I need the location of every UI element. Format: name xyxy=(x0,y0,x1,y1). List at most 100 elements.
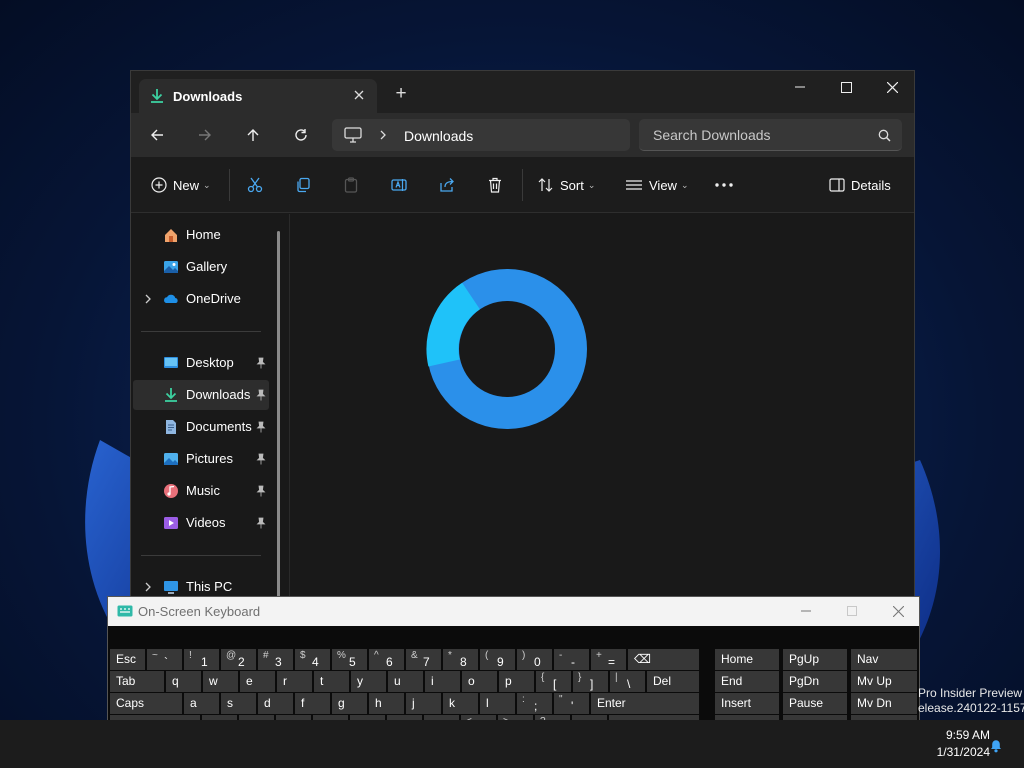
clock-time[interactable]: 9:59 AM xyxy=(930,728,990,742)
key[interactable]: Enter xyxy=(591,693,699,714)
delete-button[interactable] xyxy=(487,171,503,199)
key[interactable]: (9 xyxy=(480,649,515,670)
up-button[interactable] xyxy=(239,123,267,147)
key[interactable]: k xyxy=(443,693,478,714)
key[interactable]: i xyxy=(425,671,460,692)
key[interactable]: Caps xyxy=(110,693,182,714)
key[interactable]: ! 1 xyxy=(184,649,219,670)
sidebar-item-videos[interactable]: Videos xyxy=(133,508,269,538)
key[interactable]: g xyxy=(332,693,367,714)
close-tab-button[interactable] xyxy=(351,87,367,103)
sidebar-item-home[interactable]: Home xyxy=(133,220,269,250)
key[interactable]: r xyxy=(277,671,312,692)
nav-key[interactable]: Insert xyxy=(715,693,779,714)
nav-key[interactable]: PgUp xyxy=(783,649,847,670)
pin-icon[interactable] xyxy=(255,517,267,529)
key[interactable]: * 8 xyxy=(443,649,478,670)
key[interactable]: & 7 xyxy=(406,649,441,670)
key[interactable]: ⌫ xyxy=(628,649,699,670)
key[interactable]: h xyxy=(369,693,404,714)
sidebar-item-music[interactable]: Music xyxy=(133,476,269,506)
search-box[interactable] xyxy=(639,119,902,151)
nav-key[interactable]: Nav xyxy=(851,649,917,670)
paste-button[interactable] xyxy=(343,171,359,199)
key[interactable]: w xyxy=(203,671,238,692)
key[interactable]: s xyxy=(221,693,256,714)
sidebar-item-gallery[interactable]: Gallery xyxy=(133,252,269,282)
key[interactable]: o xyxy=(462,671,497,692)
sidebar-scrollbar[interactable] xyxy=(277,231,280,599)
pin-icon[interactable] xyxy=(255,453,267,465)
tab-downloads[interactable]: Downloads xyxy=(139,79,377,113)
key[interactable]: Esc xyxy=(110,649,145,670)
key[interactable]: % 5 xyxy=(332,649,367,670)
key[interactable]: :; xyxy=(517,693,552,714)
key[interactable]: j xyxy=(406,693,441,714)
sidebar-item-desktop[interactable]: Desktop xyxy=(133,348,269,378)
sidebar-item-documents[interactable]: Documents xyxy=(133,412,269,442)
nav-key[interactable]: Mv Dn xyxy=(851,693,917,714)
cut-button[interactable] xyxy=(247,171,263,199)
key[interactable]: {[ xyxy=(536,671,571,692)
nav-key[interactable]: Home xyxy=(715,649,779,670)
new-tab-button[interactable]: + xyxy=(391,84,411,105)
osk-maximize-button[interactable] xyxy=(842,601,862,621)
key[interactable]: $4 xyxy=(295,649,330,670)
key[interactable]: u xyxy=(388,671,423,692)
key[interactable]: #3 xyxy=(258,649,293,670)
key[interactable]: -- xyxy=(554,649,589,670)
sidebar-item-onedrive[interactable]: OneDrive xyxy=(133,284,269,314)
pin-icon[interactable] xyxy=(255,485,267,497)
sidebar-item-pictures[interactable]: Pictures xyxy=(133,444,269,474)
refresh-button[interactable] xyxy=(287,123,315,147)
key[interactable]: l xyxy=(480,693,515,714)
sidebar-item-downloads[interactable]: Downloads xyxy=(133,380,269,410)
copy-button[interactable] xyxy=(295,171,311,199)
key[interactable]: Del xyxy=(647,671,699,692)
nav-key[interactable]: PgDn xyxy=(783,671,847,692)
details-button[interactable]: Details xyxy=(829,171,891,199)
key[interactable]: Tab xyxy=(110,671,164,692)
chevron-right-icon[interactable] xyxy=(143,581,153,593)
key[interactable]: t xyxy=(314,671,349,692)
new-button[interactable]: New ⌄ xyxy=(151,171,211,199)
key[interactable]: q xyxy=(166,671,201,692)
key[interactable]: ^ 6 xyxy=(369,649,404,670)
search-input[interactable] xyxy=(653,125,873,145)
key[interactable]: }] xyxy=(573,671,608,692)
osk-minimize-button[interactable] xyxy=(796,601,816,621)
key[interactable]: d xyxy=(258,693,293,714)
notification-bell-icon[interactable] xyxy=(988,737,1004,753)
nav-key[interactable]: End xyxy=(715,671,779,692)
pane-divider[interactable] xyxy=(289,214,290,599)
nav-key[interactable]: Mv Up xyxy=(851,671,917,692)
rename-button[interactable] xyxy=(391,171,407,199)
clock-date[interactable]: 1/31/2024 xyxy=(916,745,990,759)
sort-button[interactable]: Sort ⌄ xyxy=(538,171,595,199)
nav-key[interactable]: Pause xyxy=(783,693,847,714)
key[interactable]: ~ ` xyxy=(147,649,182,670)
minimize-button[interactable] xyxy=(777,71,823,103)
pin-icon[interactable] xyxy=(255,389,267,401)
key[interactable]: f xyxy=(295,693,330,714)
more-options-button[interactable] xyxy=(714,171,734,199)
key[interactable]: | \ xyxy=(610,671,645,692)
key[interactable]: a xyxy=(184,693,219,714)
key[interactable]: @2 xyxy=(221,649,256,670)
key[interactable]: " ' xyxy=(554,693,589,714)
address-bar[interactable]: Downloads xyxy=(332,119,630,151)
forward-button[interactable] xyxy=(191,123,219,147)
key[interactable]: y xyxy=(351,671,386,692)
maximize-button[interactable] xyxy=(823,71,869,103)
key[interactable]: + = xyxy=(591,649,626,670)
breadcrumb-current[interactable]: Downloads xyxy=(404,128,473,144)
share-button[interactable] xyxy=(439,171,455,199)
key[interactable]: ) 0 xyxy=(517,649,552,670)
chevron-right-icon[interactable] xyxy=(143,293,153,305)
view-button[interactable]: View ⌄ xyxy=(625,171,689,199)
osk-close-button[interactable] xyxy=(888,601,908,621)
key[interactable]: e xyxy=(240,671,275,692)
pin-icon[interactable] xyxy=(255,421,267,433)
close-window-button[interactable] xyxy=(869,71,914,103)
back-button[interactable] xyxy=(143,123,171,147)
